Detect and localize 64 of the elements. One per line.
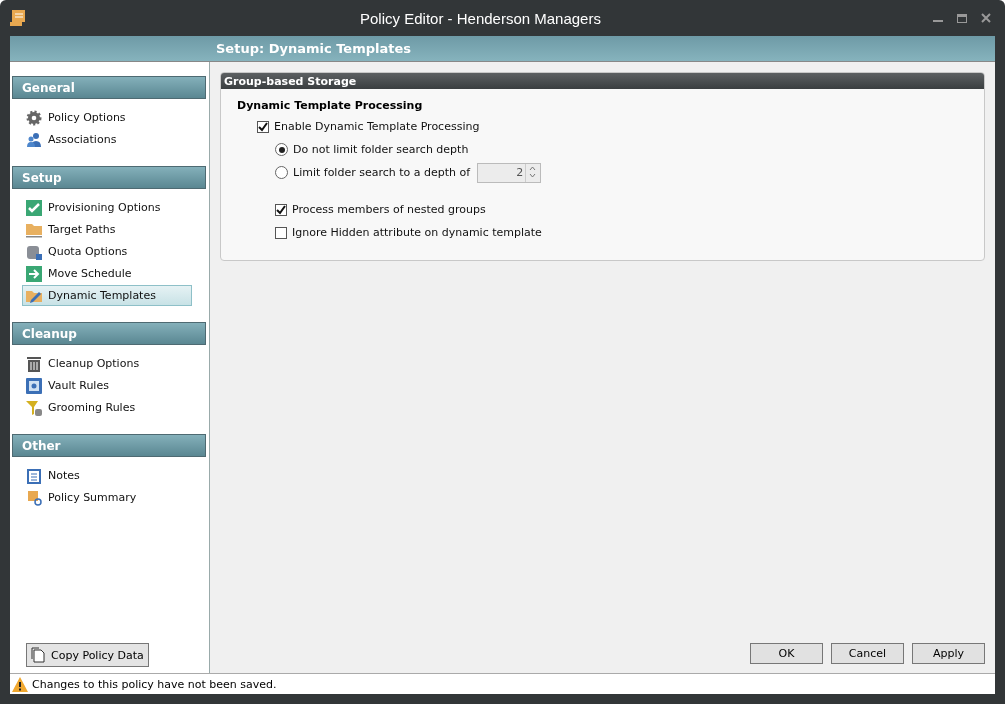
nav-label: Notes: [48, 469, 80, 482]
check-icon: [26, 199, 42, 216]
number-spinner[interactable]: 2: [477, 162, 542, 183]
section-header: General: [12, 76, 206, 99]
nav-label: Vault Rules: [48, 379, 109, 392]
nav-item[interactable]: Notes: [22, 465, 192, 486]
checkbox[interactable]: [257, 120, 269, 133]
arrow-icon: [26, 265, 42, 282]
nav-item[interactable]: Dynamic Templates: [22, 285, 192, 306]
gear-icon: [26, 109, 42, 126]
scroll-icon: [8, 8, 28, 28]
nav-item[interactable]: Provisioning Options: [22, 197, 192, 218]
warning-icon: [12, 676, 28, 692]
nav-item[interactable]: Cleanup Options: [22, 353, 192, 374]
section-header: Setup: [12, 166, 206, 189]
radio-button[interactable]: [275, 143, 288, 156]
nav-label: Target Paths: [48, 223, 116, 236]
copy-button[interactable]: Copy Policy Data: [26, 643, 149, 667]
section-title: Dynamic Template Processing: [237, 99, 424, 112]
nav-item[interactable]: Target Paths: [22, 219, 192, 240]
nav-label: Associations: [48, 133, 117, 146]
nav-item[interactable]: Move Schedule: [22, 263, 192, 284]
nav-item[interactable]: Policy Options: [22, 107, 192, 128]
radio-label: Limit folder search to a depth of: [293, 166, 471, 179]
nav-label: Policy Options: [48, 111, 126, 124]
nav-item[interactable]: Quota Options: [22, 241, 192, 262]
people-icon: [26, 131, 42, 148]
notepad-icon: [26, 467, 42, 484]
nav-item[interactable]: Policy Summary: [22, 487, 192, 508]
document-icon: [31, 647, 45, 663]
dialog-button[interactable]: Apply: [912, 643, 985, 664]
panel-header: Group-based Storage: [221, 73, 984, 89]
checkbox-label: Enable Dynamic Template Processing: [274, 120, 480, 133]
database-icon: [26, 243, 42, 260]
safe-icon: [26, 377, 42, 394]
nav-label: Cleanup Options: [48, 357, 140, 370]
maximize-icon[interactable]: [957, 13, 967, 23]
page-title: Setup: Dynamic Templates: [216, 41, 411, 56]
nav-label: Dynamic Templates: [48, 289, 156, 302]
nav-item[interactable]: Associations: [22, 129, 192, 150]
checkbox[interactable]: [275, 203, 287, 216]
folder-icon: [26, 221, 42, 238]
checkbox[interactable]: [275, 226, 287, 239]
status-message: Changes to this policy have not been saved.: [32, 677, 277, 691]
close-icon[interactable]: [981, 13, 991, 23]
dialog-button[interactable]: Cancel: [831, 643, 904, 664]
funnel-icon: [26, 399, 42, 416]
dialog-button[interactable]: OK: [750, 643, 823, 664]
radio-button[interactable]: [275, 166, 288, 179]
checkbox-label: Process members of nested groups: [292, 203, 486, 216]
radio-label: Do not limit folder search depth: [293, 143, 469, 156]
nav-item[interactable]: Vault Rules: [22, 375, 192, 396]
window-title: Policy Editor - Henderson Managers: [359, 9, 602, 27]
nav-label: Move Schedule: [48, 267, 132, 280]
nav-label: Provisioning Options: [48, 201, 161, 214]
section-header: Cleanup: [12, 322, 206, 345]
nav-label: Quota Options: [48, 245, 128, 258]
trash-icon: [26, 355, 42, 372]
nav-label: Grooming Rules: [48, 401, 136, 414]
section-header: Other: [12, 434, 206, 457]
nav-label: Policy Summary: [48, 491, 137, 504]
nav-item[interactable]: Grooming Rules: [22, 397, 192, 418]
scroll-icon: [26, 489, 42, 506]
checkbox-label: Ignore Hidden attribute on dynamic template: [292, 226, 542, 239]
